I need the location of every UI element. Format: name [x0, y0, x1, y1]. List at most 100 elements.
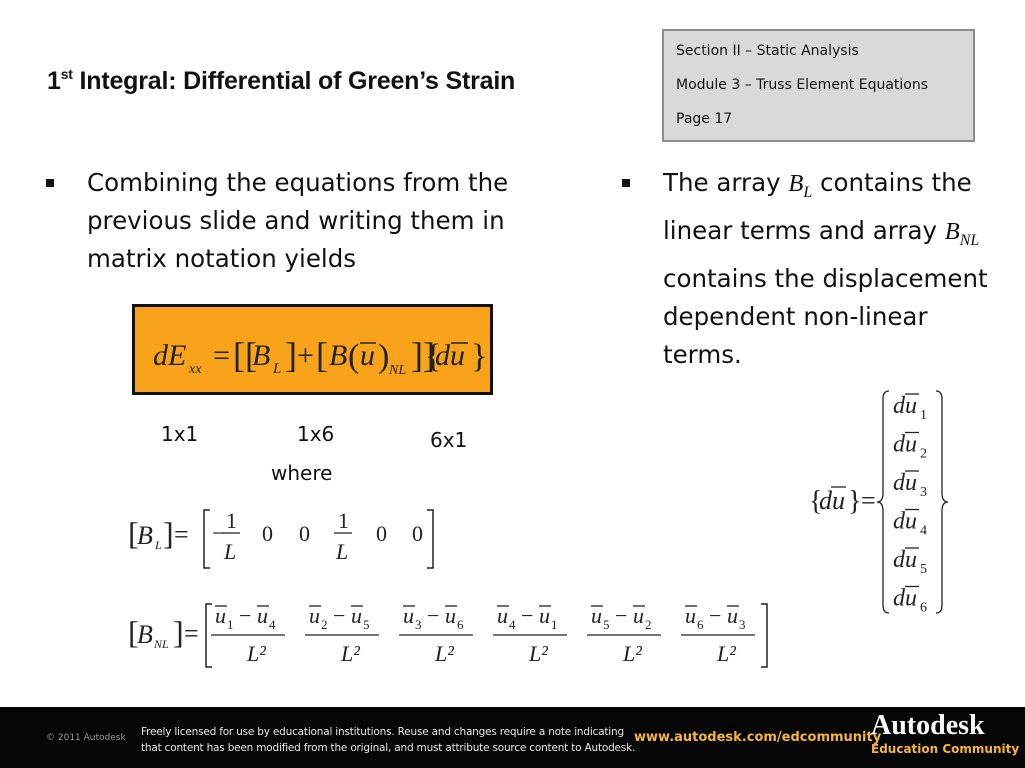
- bnl-sub-b: 2: [645, 617, 652, 632]
- du-entry-sub: 2: [920, 447, 927, 462]
- bl-label-sub: L: [154, 538, 162, 552]
- bnl-denominator: L²: [340, 641, 360, 666]
- bl-entry-4-num: 1: [338, 508, 349, 533]
- minus-sign: −: [239, 603, 251, 628]
- eq-bracket: [: [316, 335, 328, 375]
- left-bullet-line-2: previous slide and writing them in: [87, 206, 505, 235]
- matrix-bracket-left: [203, 509, 210, 569]
- eq-term2: B: [329, 339, 347, 372]
- minus-sign: −: [615, 603, 627, 628]
- du-vector: { du } = du 1du 2du 3du 4du 5du 6: [809, 390, 949, 616]
- bl-entry-2: 0: [262, 521, 273, 546]
- bnl-u: u: [215, 603, 226, 628]
- bnl-sub-b: 5: [363, 617, 370, 632]
- eq-term2-sub: NL: [388, 363, 406, 378]
- bracket: ]: [173, 614, 184, 650]
- license-line-2: that content has been modified from the …: [141, 742, 636, 754]
- bl-entry-3: 0: [299, 521, 310, 546]
- copyright-text: © 2011 Autodesk: [46, 733, 126, 743]
- bnl-sub-a: 4: [509, 617, 516, 632]
- bnl-u: u: [591, 603, 602, 628]
- left-bullet-line-3: matrix notation yields: [87, 244, 357, 273]
- minus-sign: −: [709, 603, 721, 628]
- bnl-u: u: [727, 603, 738, 628]
- minus-sign: −: [333, 603, 345, 628]
- bnl-u: u: [445, 603, 456, 628]
- bnl-label: B: [137, 620, 153, 649]
- bnl-sub-b: 1: [551, 617, 558, 632]
- bl-entry-1-den: L: [223, 539, 236, 564]
- main-equation: dE xx = [[ B L ] + [ B ( u ) NL ]] { du …: [153, 335, 487, 378]
- du-entry: du: [893, 393, 917, 419]
- bnl-u: u: [539, 603, 550, 628]
- eq-term2-arg: u: [360, 339, 375, 372]
- bnl-sub-b: 6: [457, 617, 464, 632]
- matrix-bracket-right: [427, 509, 434, 569]
- eq-equals: =: [213, 339, 230, 372]
- bnl-u: u: [685, 603, 696, 628]
- du-entry: du: [893, 509, 917, 535]
- minus-sign: −: [427, 603, 439, 628]
- eq-vector: du: [435, 339, 465, 372]
- dim-6x1: 6x1: [430, 428, 468, 452]
- text: contains the: [812, 168, 972, 197]
- brace: }: [848, 486, 861, 517]
- bnl-u: u: [351, 603, 362, 628]
- bl-entry-1-num: 1: [226, 508, 237, 533]
- du-entry: du: [893, 470, 917, 496]
- bnl-u: u: [309, 603, 320, 628]
- bl-entry-4-den: L: [335, 539, 348, 564]
- bnl-denominator: L²: [246, 641, 266, 666]
- du-entry-sub: 6: [920, 601, 927, 616]
- bnl-u: u: [497, 603, 508, 628]
- license-text: Freely licensed for use by educational i…: [141, 724, 635, 756]
- bnl-sub-a: 2: [321, 617, 328, 632]
- var-sub: NL: [959, 231, 980, 249]
- bnl-u: u: [633, 603, 644, 628]
- right-bullet-line-4: dependent non-linear: [663, 301, 928, 331]
- eq-paren: (: [348, 338, 359, 375]
- eq-lhs: dE: [153, 339, 186, 372]
- left-bullet: Combining the equations from the previou…: [46, 164, 566, 278]
- dim-1x6: 1x6: [297, 422, 335, 446]
- education-community-label: Education Community: [871, 742, 1020, 756]
- bnl-sub-b: 4: [269, 617, 276, 632]
- du-entry-sub: 3: [920, 485, 927, 500]
- vector-brace-left: [876, 390, 890, 614]
- bnl-denominator: L²: [716, 641, 736, 666]
- section-info-box: Section II – Static Analysis Module 3 – …: [662, 29, 975, 142]
- bnl-denominator: L²: [434, 641, 454, 666]
- title-text: Integral: Differential of Green’s Strain: [72, 67, 516, 95]
- main-equation-box: dE xx = [[ B L ] + [ B ( u ) NL ]] { du …: [132, 304, 493, 395]
- where-label: where: [271, 461, 333, 485]
- page-label: Page 17: [676, 111, 733, 127]
- bl-entry-5: 0: [376, 521, 387, 546]
- right-bullet-line-2: linear terms and array BNL: [663, 212, 1025, 260]
- bl-label: B: [137, 521, 153, 550]
- eq-lhs-sub: xx: [188, 362, 202, 377]
- right-bullet-line-1: The array BL contains the: [663, 164, 1025, 212]
- matrix-bracket-right: [761, 603, 768, 668]
- right-bullet-line-5: terms.: [663, 339, 742, 369]
- equals: =: [184, 619, 199, 648]
- edcommunity-link[interactable]: www.autodesk.com/edcommunity: [634, 730, 881, 745]
- du-entry: du: [893, 432, 917, 458]
- bnl-sub-a: 5: [603, 617, 610, 632]
- section-label: Section II – Static Analysis: [676, 43, 859, 59]
- bullet-square-icon: [46, 179, 54, 187]
- module-label: Module 3 – Truss Element Equations: [676, 77, 929, 93]
- eq-plus: +: [297, 339, 314, 372]
- text: linear terms and array: [663, 215, 945, 245]
- bnl-sub-b: 3: [739, 617, 746, 632]
- bracket: ]: [163, 515, 174, 551]
- left-bullet-line-1: Combining the equations from the: [87, 168, 509, 197]
- eq-term1: B: [252, 339, 270, 372]
- du-entry: du: [893, 586, 917, 612]
- bnl-sub-a: 6: [697, 617, 704, 632]
- du-entry-sub: 5: [920, 562, 927, 577]
- eq-term1-sub: L: [272, 361, 281, 377]
- dim-1x1: 1x1: [161, 422, 199, 446]
- bl-entry-6: 0: [412, 521, 423, 546]
- minus-sign: −: [521, 603, 533, 628]
- title-number: 1: [47, 67, 61, 95]
